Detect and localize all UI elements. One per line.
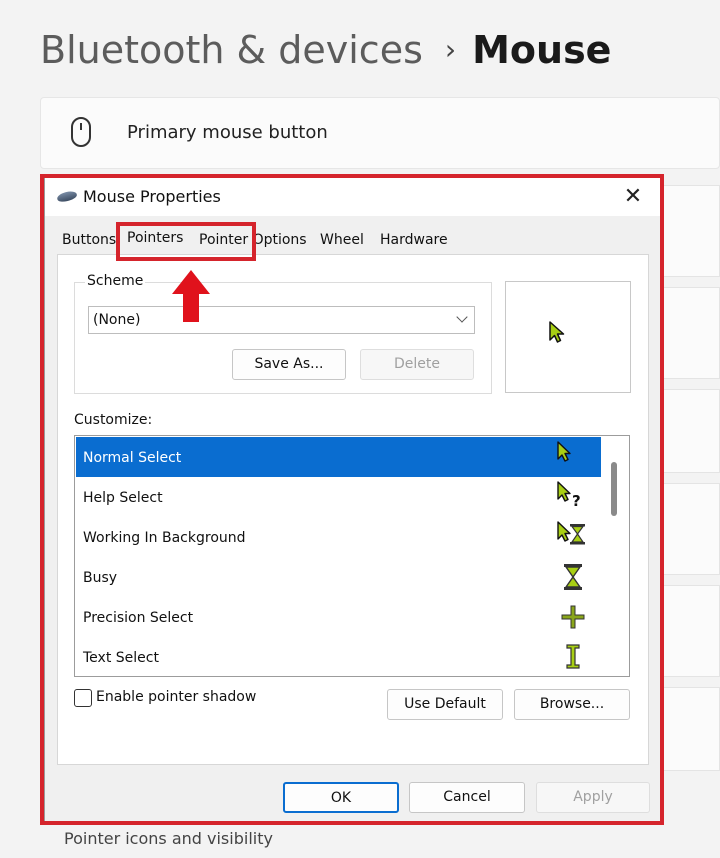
pointer-icons-visibility-label[interactable]: Pointer icons and visibility: [64, 829, 273, 848]
settings-card[interactable]: [660, 687, 720, 771]
primary-mouse-button-label: Primary mouse button: [127, 122, 328, 143]
settings-card[interactable]: [660, 287, 720, 379]
page-title: Mouse: [472, 28, 612, 72]
breadcrumb-parent[interactable]: Bluetooth & devices: [40, 28, 423, 72]
annotation-arrow-up-icon: [172, 270, 210, 322]
settings-card[interactable]: [660, 483, 720, 575]
breadcrumb-separator: ›: [444, 33, 457, 66]
mouse-icon: [71, 117, 91, 147]
settings-card[interactable]: [660, 185, 720, 277]
settings-card[interactable]: [660, 585, 720, 677]
breadcrumb: Bluetooth & devices › Mouse: [40, 28, 611, 72]
annotation-frame: [40, 174, 664, 825]
primary-mouse-button-card[interactable]: Primary mouse button: [40, 97, 720, 169]
settings-card[interactable]: [660, 389, 720, 473]
annotation-tab-highlight: [116, 222, 256, 261]
